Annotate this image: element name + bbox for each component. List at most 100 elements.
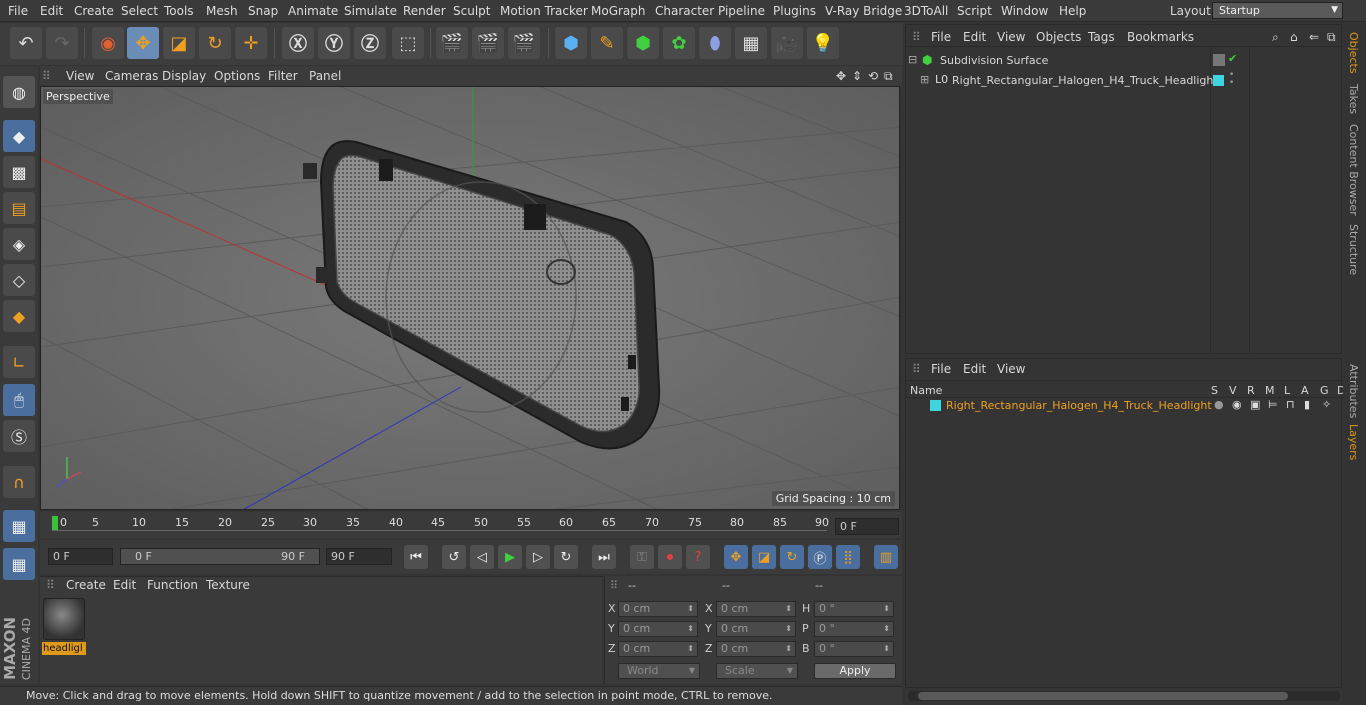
expand-icon[interactable]: ⊞ [920, 73, 929, 86]
start-frame-field[interactable]: 0 F [48, 548, 113, 565]
rot-b-field[interactable]: 0 ° ⬍ [814, 641, 894, 657]
viewport-menu-filter[interactable]: Filter [268, 69, 298, 83]
make-editable-button[interactable]: ◍ [3, 76, 35, 108]
menu-character[interactable]: Character [655, 4, 714, 18]
film-icon[interactable]: ▮ [1304, 398, 1310, 411]
go-to-start-button[interactable]: ⏮ [404, 545, 428, 569]
coordinate-space-dropdown[interactable]: World ▼ [618, 663, 700, 679]
menu-pipeline[interactable]: Pipeline [718, 4, 765, 18]
menu-file[interactable]: File [8, 4, 28, 18]
tab-structure[interactable]: Structure [1347, 224, 1360, 275]
scrollbar-thumb[interactable] [918, 692, 1288, 700]
object-menu-file[interactable]: File [931, 30, 951, 44]
search-icon[interactable]: ⌕ [1272, 30, 1279, 45]
pos-x-field[interactable]: 0 cm ⬍ [618, 601, 698, 617]
material-menu-function[interactable]: Function [147, 578, 198, 592]
material-menu-edit[interactable]: Edit [113, 578, 136, 592]
hierarchy-icon[interactable]: ⊨ [1268, 398, 1278, 411]
layer-column-name[interactable]: Name [910, 384, 942, 397]
menu-simulate[interactable]: Simulate [344, 4, 397, 18]
pen-button[interactable]: ✎ [591, 27, 623, 59]
flag-view[interactable]: V [1229, 384, 1237, 397]
size-z-field[interactable]: 0 cm ⬍ [716, 641, 796, 657]
menu-window[interactable]: Window [1001, 4, 1048, 18]
render-view-button[interactable]: 🎬 [436, 27, 468, 59]
clapper-icon[interactable]: ▣ [1250, 398, 1260, 411]
material-menu-texture[interactable]: Texture [206, 578, 250, 592]
menu-help[interactable]: Help [1059, 4, 1086, 18]
key-position-button[interactable]: ✥ [724, 545, 748, 569]
play-button[interactable]: ▶ [498, 545, 522, 569]
tab-layers[interactable]: Layers [1347, 424, 1360, 460]
menu-create[interactable]: Create [74, 4, 114, 18]
viewport-menu-options[interactable]: Options [214, 69, 260, 83]
size-mode-dropdown[interactable]: Scale ▼ [716, 663, 798, 679]
deformer-button[interactable]: ⬮ [699, 27, 731, 59]
texture-mode-button[interactable]: ▩ [3, 156, 35, 188]
editor-visibility-toggle[interactable] [1213, 54, 1225, 66]
tab-objects[interactable]: Objects [1347, 32, 1360, 74]
next-key-button[interactable]: ↻ [554, 545, 578, 569]
orbit-icon[interactable]: ⟲ [868, 69, 878, 83]
menu-mograph[interactable]: MoGraph [591, 4, 646, 18]
key-pla-button[interactable]: ⣿ [836, 545, 860, 569]
object-menu-view[interactable]: View [997, 30, 1025, 44]
timeline-window-button[interactable]: ▥ [874, 545, 898, 569]
material-thumbnail[interactable] [43, 598, 85, 640]
tab-content-browser[interactable]: Content Browser [1347, 124, 1360, 216]
maximize-viewport-icon[interactable]: ⧉ [884, 69, 893, 84]
menu-3dtoall[interactable]: 3DToAll [904, 4, 948, 18]
generator-icon[interactable]: ✧ [1322, 398, 1331, 411]
menu-snap[interactable]: Snap [248, 4, 278, 18]
subdivision-button[interactable]: ⬢ [627, 27, 659, 59]
key-rotation-button[interactable]: ↻ [780, 545, 804, 569]
key-parameter-button[interactable]: Ⓟ [808, 545, 832, 569]
workplane-align-button[interactable]: ▦ [3, 548, 35, 580]
size-y-field[interactable]: 0 cm ⬍ [716, 621, 796, 637]
viewport-menu-display[interactable]: Display [162, 69, 206, 83]
tab-attributes[interactable]: Attributes [1347, 364, 1360, 418]
tweak-mode-button[interactable]: 🖱 [3, 384, 35, 416]
move-tool-button[interactable]: ✥ [127, 27, 159, 59]
rot-p-field[interactable]: 0 ° ⬍ [814, 621, 894, 637]
prev-key-button[interactable]: ↺ [442, 545, 466, 569]
model-mode-button[interactable]: ◆ [3, 120, 35, 152]
camera-button[interactable]: 🎥 [771, 27, 803, 59]
check-icon[interactable]: ✔ [1228, 52, 1237, 65]
light-button[interactable]: 💡 [807, 27, 839, 59]
new-window-icon[interactable]: ⧉ [1327, 30, 1336, 45]
visibility-dots-icon[interactable]: • • [1229, 71, 1234, 88]
menu-tools[interactable]: Tools [164, 4, 194, 18]
keyframe-selection-button[interactable]: ? [686, 545, 710, 569]
viewport-menu-cameras[interactable]: Cameras [105, 69, 158, 83]
coordinate-system-button[interactable]: ⬚ [392, 27, 424, 59]
frame-range-slider[interactable]: 0 F 90 F [120, 548, 320, 565]
redo-button[interactable]: ↷ [46, 27, 78, 59]
playhead-marker[interactable] [52, 516, 58, 530]
size-x-field[interactable]: 0 cm ⬍ [716, 601, 796, 617]
end-frame-field[interactable]: 90 F [326, 548, 392, 565]
render-settings-button[interactable]: 🎬 [508, 27, 540, 59]
prev-frame-button[interactable]: ◁ [470, 545, 494, 569]
apply-button[interactable]: Apply [814, 663, 896, 679]
layer-name[interactable]: Right_Rectangular_Halogen_H4_Truck_Headl… [946, 399, 1212, 412]
eye-icon[interactable]: ◉ [1232, 398, 1242, 411]
transform-button[interactable]: ✛ [235, 27, 267, 59]
layer-color-swatch[interactable] [930, 400, 941, 411]
record-keys-button[interactable]: ⚿ [630, 545, 654, 569]
flag-render[interactable]: R [1247, 384, 1255, 397]
render-picture-viewer-button[interactable]: 🎬 [472, 27, 504, 59]
flag-animation[interactable]: A [1301, 384, 1309, 397]
layer-menu-file[interactable]: File [931, 362, 951, 376]
menu-motion-tracker[interactable]: Motion Tracker [500, 4, 588, 18]
y-axis-button[interactable]: Ⓨ [318, 27, 350, 59]
z-axis-button[interactable]: Ⓩ [354, 27, 386, 59]
menu-mesh[interactable]: Mesh [206, 4, 238, 18]
layer-row[interactable]: Right_Rectangular_Halogen_H4_Truck_Headl… [918, 398, 1338, 414]
polygons-mode-button[interactable]: ◆ [3, 300, 35, 332]
flag-locked[interactable]: L [1284, 384, 1290, 397]
cube-button[interactable]: ⬢ [555, 27, 587, 59]
viewport-menu-panel[interactable]: Panel [309, 69, 341, 83]
menu-render[interactable]: Render [403, 4, 446, 18]
lock-icon[interactable]: ⊓ [1286, 398, 1295, 411]
